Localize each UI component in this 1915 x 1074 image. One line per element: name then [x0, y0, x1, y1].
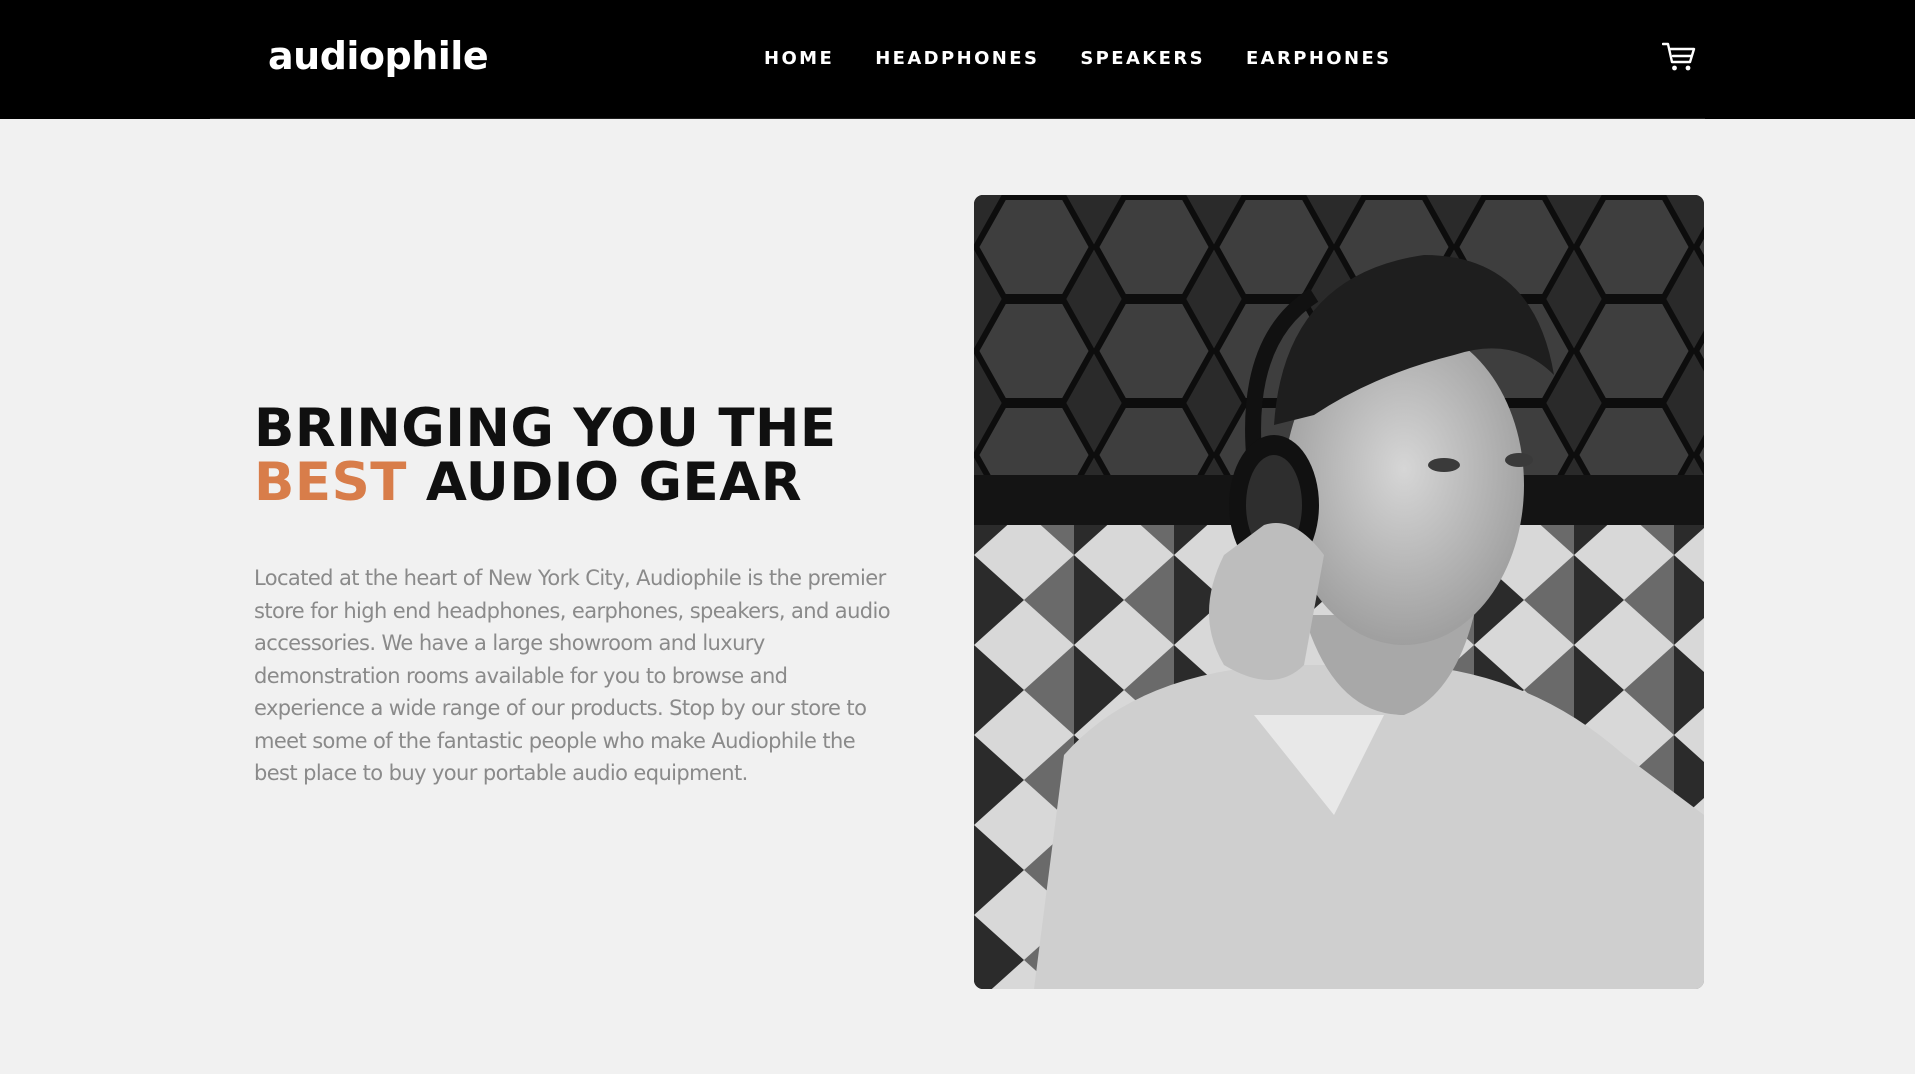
heading-accent: BEST — [254, 452, 407, 513]
heading-line-1: BRINGING YOU THE — [254, 398, 837, 459]
brand-logo[interactable]: audiophile — [268, 31, 489, 81]
nav-link-home[interactable]: HOME — [764, 48, 834, 70]
person-with-headphones-photo — [974, 195, 1704, 989]
about-paragraph: Located at the heart of New York City, A… — [254, 566, 891, 785]
site-header: audiophile HOME HEADPHONES SPEAKERS EARP… — [0, 0, 1915, 119]
nav-link-headphones[interactable]: HEADPHONES — [875, 48, 1039, 70]
heading-line-2: AUDIO GEAR — [425, 452, 803, 513]
about-section: BRINGING YOU THE BEST AUDIO GEAR Located… — [254, 402, 904, 790]
header-divider — [210, 118, 1705, 119]
main-nav: HOME HEADPHONES SPEAKERS EARPHONES — [764, 48, 1392, 70]
about-heading: BRINGING YOU THE BEST AUDIO GEAR — [254, 402, 904, 510]
cart-icon[interactable] — [1661, 42, 1696, 72]
nav-link-earphones[interactable]: EARPHONES — [1246, 48, 1392, 70]
nav-link-speakers[interactable]: SPEAKERS — [1080, 48, 1205, 70]
